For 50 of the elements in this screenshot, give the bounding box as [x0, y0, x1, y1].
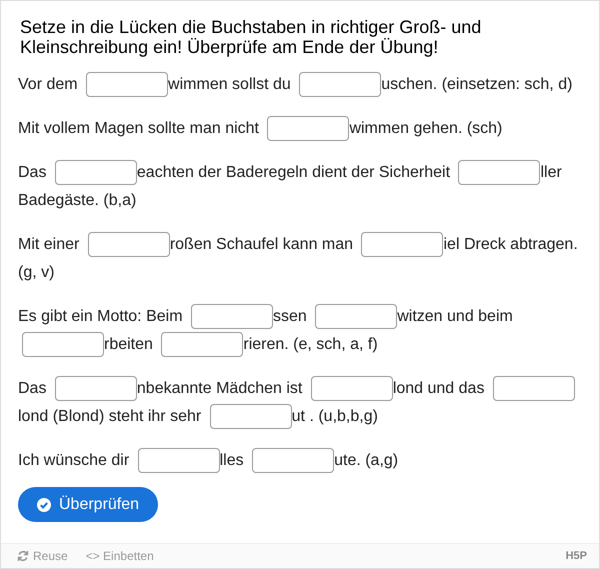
- gap-input-field[interactable]: [267, 116, 350, 142]
- sentence-text: uschen. (einsetzen: sch, d): [381, 76, 572, 93]
- gap-input-field[interactable]: [458, 160, 540, 186]
- sentence-text: Ich wünsche dir: [18, 452, 130, 469]
- sentence-text: rbeiten: [104, 336, 153, 353]
- sentence-text: Vor dem: [18, 76, 78, 93]
- gap-input-field[interactable]: [315, 304, 398, 330]
- sentence-text: iel Dreck abtragen.: [443, 236, 578, 253]
- sentence-text: Badegäste. (b,a): [18, 192, 136, 209]
- sentence-text: lles: [220, 452, 244, 469]
- gap-input-field[interactable]: [22, 332, 104, 358]
- gap-input-field[interactable]: [86, 72, 168, 98]
- gap-input-field[interactable]: [210, 404, 292, 430]
- sentence-text: wimmen gehen. (sch): [349, 120, 502, 137]
- gap-input-field[interactable]: [299, 72, 382, 98]
- sentence-text: (g, v): [18, 264, 54, 281]
- sentence-text: roßen Schaufel kann man: [170, 236, 354, 253]
- sentence-text: Das: [18, 164, 46, 181]
- refresh-icon: [17, 550, 29, 562]
- gap-input-field[interactable]: [252, 448, 334, 474]
- gap-input-field[interactable]: [161, 332, 244, 358]
- gap-input-field[interactable]: [138, 448, 220, 474]
- sentence-text: ut . (u,b,b,g): [292, 408, 378, 425]
- h5p-logo: H5P: [566, 550, 587, 562]
- check-icon: [37, 498, 51, 512]
- sentence-text: eachten der Baderegeln dient der Sicherheit: [136, 164, 450, 181]
- sentence-text: rieren. (e, sch, a, f): [243, 336, 378, 353]
- gap-input-field[interactable]: [361, 232, 444, 258]
- gap-input-field[interactable]: [310, 376, 393, 402]
- gap-input-field[interactable]: [190, 304, 273, 330]
- sentence-text: ller: [540, 164, 562, 181]
- embed-link[interactable]: <> Einbetten: [86, 549, 154, 563]
- sentence-text: lond (Blond) steht ihr sehr: [18, 408, 202, 425]
- sentence-text: Es gibt ein Motto: Beim: [18, 308, 183, 325]
- gap-input-field[interactable]: [88, 232, 170, 258]
- sentence-text: lond und das: [392, 380, 484, 397]
- reuse-link[interactable]: Reuse: [17, 549, 68, 563]
- sentence-text: Das: [18, 380, 46, 397]
- sentence-text: ute. (a,g): [334, 452, 398, 469]
- sentence-text: nbekannte Mädchen ist: [136, 380, 302, 397]
- sentence-text: Mit einer: [18, 236, 80, 253]
- sentence-text: ssen: [272, 308, 307, 325]
- check-button[interactable]: Überprüfen: [18, 487, 158, 522]
- instruction-text: Setze in die Lücken die Buchstaben in richtiger Groß- und Kleinschreibung ein! Überprüfe am Ende der Übung!: [20, 17, 482, 57]
- sentence-text: Mit vollem Magen sollte man nicht: [18, 120, 259, 137]
- gap-input-field[interactable]: [54, 160, 137, 186]
- gap-input-field[interactable]: [492, 376, 575, 402]
- sentence-text: wimmen sollst du: [168, 76, 291, 93]
- sentence-text: witzen und beim: [397, 308, 513, 325]
- gap-input-field[interactable]: [54, 376, 137, 402]
